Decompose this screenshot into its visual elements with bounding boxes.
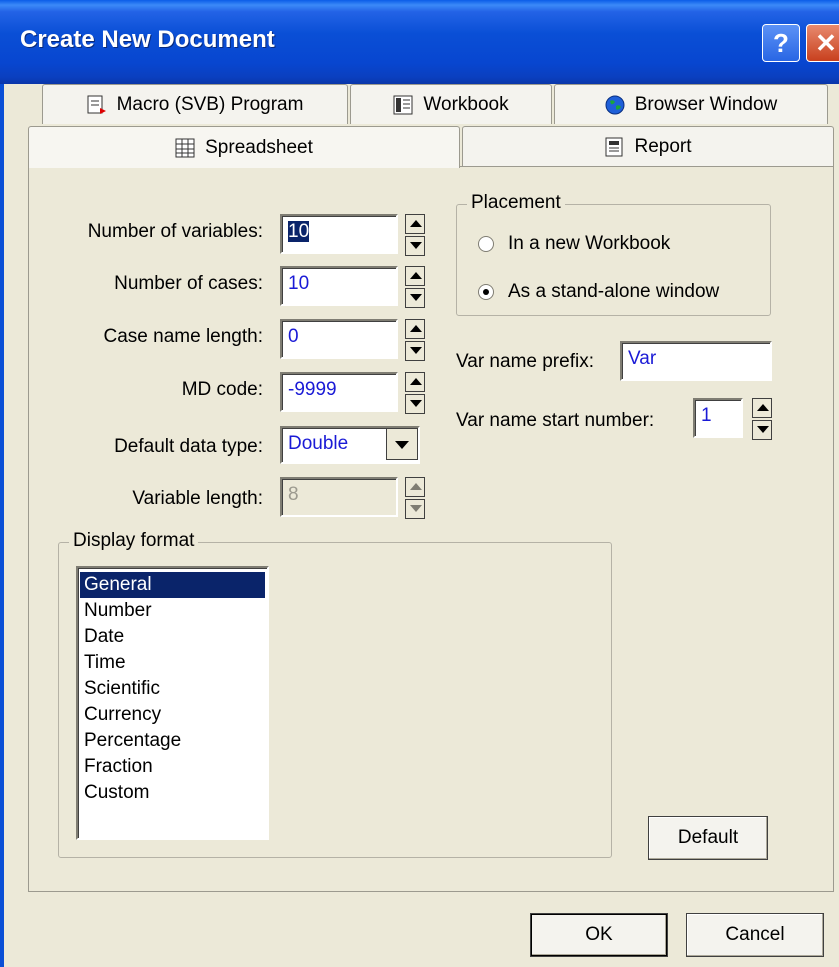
window-title: Create New Document [20, 26, 275, 53]
globe-icon [605, 95, 625, 115]
help-button[interactable]: ? [762, 24, 800, 62]
tab-label: Browser Window [634, 93, 778, 115]
tab-browser-window[interactable]: Browser Window [554, 84, 828, 124]
spin-down-icon [405, 499, 425, 519]
list-item[interactable]: Custom [80, 780, 265, 806]
variable-length-label: Variable length: [132, 488, 263, 509]
tab-report[interactable]: Report [462, 126, 834, 166]
workbook-icon [393, 95, 413, 115]
var-start-spinner[interactable] [752, 398, 772, 440]
display-format-list[interactable]: General Number Date Time Scientific Curr… [76, 566, 269, 840]
close-button[interactable]: ✕ [806, 24, 839, 62]
num-cases-label: Number of cases: [114, 273, 263, 294]
spin-up-icon[interactable] [405, 372, 425, 392]
var-prefix-input[interactable]: Var [620, 341, 772, 381]
tab-label: Report [634, 135, 692, 157]
radio-stand-alone[interactable]: As a stand-alone window [478, 281, 719, 303]
spin-up-icon[interactable] [752, 398, 772, 418]
case-name-length-spinner[interactable] [405, 319, 425, 361]
radio-new-workbook[interactable]: In a new Workbook [478, 233, 670, 255]
tab-workbook[interactable]: Workbook [350, 84, 552, 124]
placement-legend: Placement [467, 192, 565, 214]
list-item[interactable]: Date [80, 624, 265, 650]
var-start-input[interactable]: 1 [693, 398, 743, 438]
var-prefix-label: Var name prefix: [456, 351, 594, 372]
spin-up-icon [405, 477, 425, 497]
case-name-length-input[interactable]: 0 [280, 319, 398, 359]
list-item[interactable]: Number [80, 598, 265, 624]
md-code-input[interactable]: -9999 [280, 372, 398, 412]
spin-down-icon[interactable] [405, 288, 425, 308]
spin-up-icon[interactable] [405, 266, 425, 286]
display-format-legend: Display format [69, 530, 199, 552]
spreadsheet-icon [175, 138, 195, 158]
tab-label: Macro (SVB) Program [116, 93, 304, 115]
radio-selected-icon[interactable] [478, 284, 494, 300]
spin-down-icon[interactable] [405, 341, 425, 361]
chevron-down-icon[interactable] [386, 428, 418, 460]
list-item[interactable]: Currency [80, 702, 265, 728]
variable-length-spinner [405, 477, 425, 519]
list-item[interactable]: Percentage [80, 728, 265, 754]
spin-down-icon[interactable] [752, 420, 772, 440]
spin-down-icon[interactable] [405, 394, 425, 414]
num-vars-input[interactable]: 10 [280, 214, 398, 254]
report-icon [604, 137, 624, 157]
macro-icon [87, 95, 107, 115]
case-name-length-label: Case name length: [103, 326, 264, 347]
num-cases-spinner[interactable] [405, 266, 425, 308]
num-vars-label: Number of variables: [87, 221, 263, 242]
radio-icon[interactable] [478, 236, 494, 252]
list-item[interactable]: General [80, 572, 265, 598]
default-button[interactable]: Default [648, 816, 768, 860]
window-frame [0, 84, 4, 967]
list-item[interactable]: Time [80, 650, 265, 676]
spin-up-icon[interactable] [405, 319, 425, 339]
num-cases-input[interactable]: 10 [280, 266, 398, 306]
cancel-button[interactable]: Cancel [686, 913, 824, 957]
spin-up-icon[interactable] [405, 214, 425, 234]
list-item[interactable]: Scientific [80, 676, 265, 702]
var-start-label: Var name start number: [456, 410, 655, 431]
list-item[interactable]: Fraction [80, 754, 265, 780]
tab-macro[interactable]: Macro (SVB) Program [42, 84, 348, 124]
radio-label: In a new Workbook [508, 233, 671, 254]
tab-label: Workbook [423, 93, 509, 115]
data-type-label: Default data type: [114, 436, 263, 457]
tab-label: Spreadsheet [205, 136, 313, 158]
radio-label: As a stand-alone window [508, 281, 720, 302]
md-code-spinner[interactable] [405, 372, 425, 414]
data-type-dropdown[interactable]: Double [280, 426, 420, 464]
ok-button[interactable]: OK [530, 913, 668, 957]
spin-down-icon[interactable] [405, 236, 425, 256]
variable-length-input: 8 [280, 477, 398, 517]
title-bar: Create New Document ? ✕ [0, 0, 839, 84]
md-code-label: MD code: [181, 379, 263, 400]
tab-spreadsheet[interactable]: Spreadsheet [28, 126, 460, 168]
num-vars-spinner[interactable] [405, 214, 425, 256]
